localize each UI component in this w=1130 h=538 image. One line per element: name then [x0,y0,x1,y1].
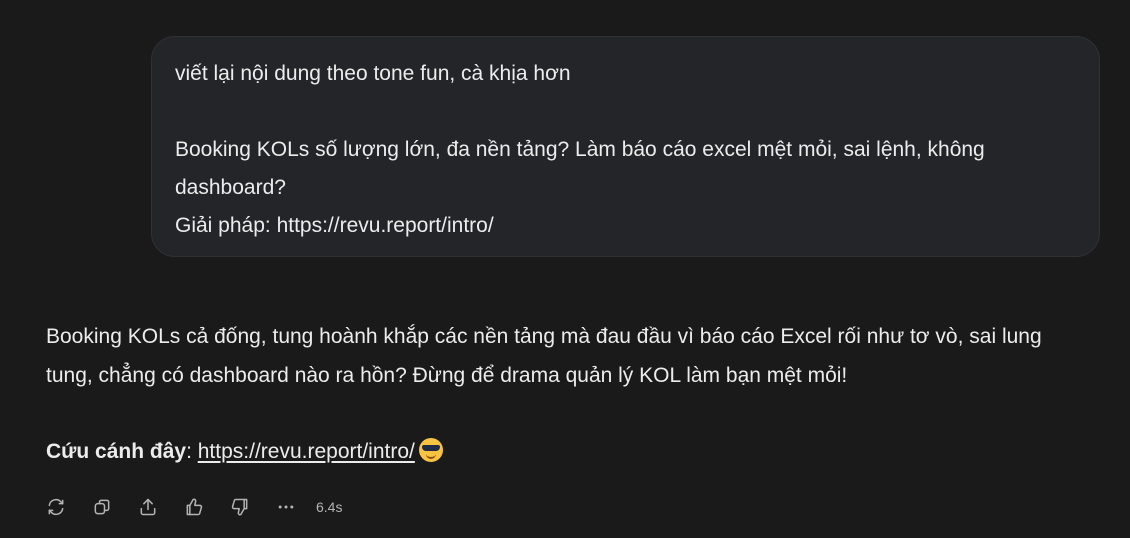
thumbs-down-button[interactable] [228,495,252,519]
user-message-gap [175,93,1075,131]
user-message-line-3: Giải pháp: https://revu.report/intro/ [175,214,494,237]
response-time: 6.4s [316,499,343,515]
user-message-line-1: viết lại nội dung theo tone fun, cà khịa… [175,62,571,85]
message-actions: 6.4s [44,494,342,520]
regenerate-button[interactable] [44,495,68,519]
chat-view: viết lại nội dung theo tone fun, cà khịa… [0,0,1130,538]
thumbs-up-icon [186,498,203,516]
sunglasses-emoji [418,438,443,462]
revu-link[interactable]: https://revu.report/intro/ [198,440,415,463]
assistant-paragraph: Booking KOLs cả đống, tung hoành khắp cá… [46,325,1042,387]
user-message-bubble: viết lại nội dung theo tone fun, cà khịa… [151,36,1100,257]
regenerate-icon [48,498,64,516]
cta-separator: : [186,440,198,463]
cta-label: Cứu cánh đây [46,440,187,463]
copy-button[interactable] [90,495,114,519]
assistant-cta-line: Cứu cánh đây: https://revu.report/intro/ [46,433,1086,472]
assistant-spacer [46,395,1086,433]
share-icon [140,498,156,516]
thumbs-down-icon [231,498,248,516]
assistant-message: Booking KOLs cả đống, tung hoành khắp cá… [46,318,1086,472]
thumbs-up-button[interactable] [182,495,206,519]
user-message-line-2: Booking KOLs số lượng lớn, đa nền tảng? … [175,138,985,199]
more-icon [278,505,294,509]
share-button[interactable] [136,495,160,519]
more-button[interactable] [274,495,298,519]
copy-icon [94,499,110,515]
